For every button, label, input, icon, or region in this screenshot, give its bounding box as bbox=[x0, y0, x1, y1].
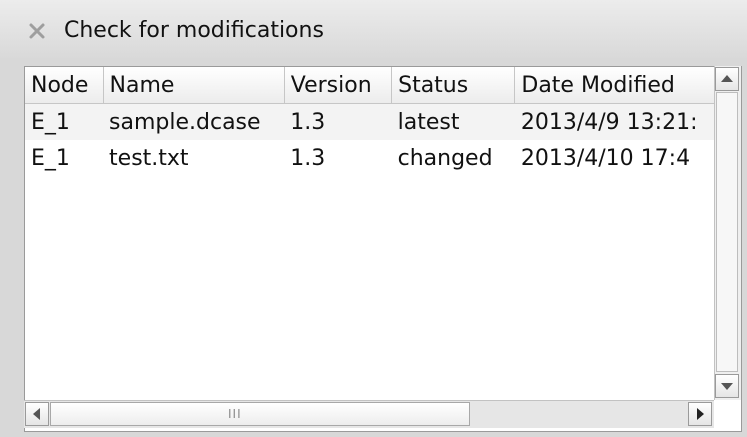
cell-name: sample.dcase bbox=[103, 103, 285, 140]
arrow-right-icon bbox=[697, 408, 704, 420]
table-row[interactable]: E_1 test.txt 1.3 changed 2013/4/10 17:4 bbox=[25, 140, 741, 176]
arrow-left-icon bbox=[33, 408, 40, 420]
arrow-up-icon bbox=[721, 75, 733, 82]
cell-node: E_1 bbox=[25, 103, 104, 140]
modifications-table-container: Node Name Version Status Date Modified E… bbox=[24, 66, 742, 432]
cell-version: 1.3 bbox=[284, 103, 392, 140]
title-clipped-top: Check for modifications bbox=[0, 0, 747, 6]
modifications-table: Node Name Version Status Date Modified E… bbox=[25, 67, 741, 176]
arrow-down-icon bbox=[721, 383, 733, 390]
scrollbar-grip: III bbox=[228, 407, 242, 421]
cell-date-modified: 2013/4/9 13:21: bbox=[514, 103, 741, 140]
scroll-left-button[interactable] bbox=[25, 402, 49, 426]
cell-date-modified: 2013/4/10 17:4 bbox=[514, 140, 741, 176]
column-header-node[interactable]: Node bbox=[25, 67, 104, 104]
vertical-scrollbar-thumb[interactable] bbox=[716, 92, 738, 372]
close-icon[interactable] bbox=[26, 20, 48, 42]
cell-version: 1.3 bbox=[284, 140, 392, 176]
cell-status: changed bbox=[391, 140, 515, 176]
cell-node: E_1 bbox=[25, 140, 104, 176]
column-header-date-modified[interactable]: Date Modified bbox=[514, 67, 741, 104]
column-header-status[interactable]: Status bbox=[391, 67, 516, 104]
column-header-version[interactable]: Version bbox=[284, 67, 393, 104]
scroll-down-button[interactable] bbox=[715, 374, 739, 398]
cell-status: latest bbox=[391, 103, 515, 140]
scroll-up-button[interactable] bbox=[715, 67, 739, 91]
scroll-right-button[interactable] bbox=[688, 402, 712, 426]
cell-name: test.txt bbox=[103, 140, 285, 176]
title-bar: Check for modifications Check for modifi… bbox=[0, 0, 747, 59]
horizontal-scrollbar-thumb[interactable] bbox=[50, 402, 470, 426]
column-header-name[interactable]: Name bbox=[103, 67, 285, 104]
table-row[interactable]: E_1 sample.dcase 1.3 latest 2013/4/9 13:… bbox=[25, 103, 741, 140]
window-title-overflow: Check for modifications bbox=[4, 0, 370, 4]
table-header-row: Node Name Version Status Date Modified bbox=[25, 67, 741, 104]
window-title: Check for modifications bbox=[64, 18, 324, 43]
